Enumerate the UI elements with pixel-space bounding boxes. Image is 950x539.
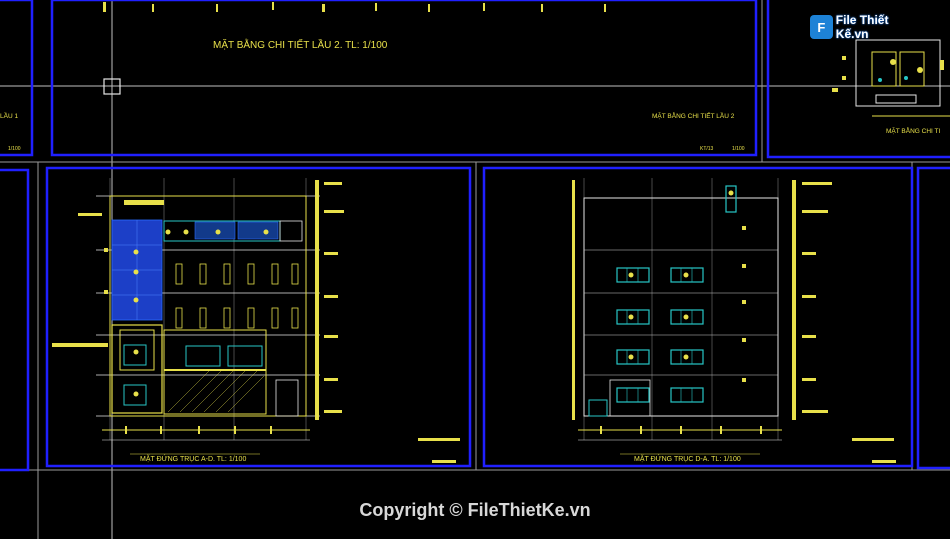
elevation-left-title: MẶT ĐỨNG TRỤC A-D. TL: 1/100 [140, 454, 246, 463]
copyright-watermark: Copyright © FileThietKe.vn [359, 500, 591, 520]
elevation-left [52, 178, 344, 455]
sheet-frame-left-partial [0, 0, 34, 157]
sheet-frame-left-lower [0, 168, 30, 472]
top-plan-dimension-ticks [103, 2, 606, 12]
cad-canvas[interactable]: MẶT BẰNG CHI TIẾT LẦU 2. TL: 1/100 MẶT B… [0, 0, 950, 539]
left-partial-label: LẦU 1 [0, 110, 18, 120]
sheet-frame-top-plan [50, 0, 758, 157]
elevation-right-titleblock [852, 438, 894, 441]
sheet-frame-elevation-right [482, 166, 914, 468]
logo-f-icon: F [810, 15, 833, 39]
elevation-left-titleblock [418, 438, 460, 441]
sheet-frame-right-lower [916, 166, 950, 470]
elevation-right-sheetno [872, 460, 896, 463]
top-plan-code: KT/13 [700, 146, 714, 152]
top-plan-label: MẶT BẰNG CHI TIẾT LẦU 2 [652, 110, 735, 120]
right-partial-label: MẶT BẰNG CHI TI [886, 126, 940, 135]
drawing-area[interactable]: MẶT BẰNG CHI TIẾT LẦU 2. TL: 1/100 MẶT B… [0, 0, 950, 539]
left-partial-scale: 1/100 [8, 146, 21, 152]
elevation-left-sheetno [432, 460, 456, 463]
right-partial-plan [832, 39, 950, 117]
elevation-right [572, 178, 832, 455]
logo-text: File Thiết Kế.vn [835, 13, 889, 41]
elevation-right-title: MẶT ĐỨNG TRỤC D-A. TL: 1/100 [634, 454, 741, 463]
top-plan-scale: 1/100 [732, 146, 745, 152]
top-plan-title: MẶT BẰNG CHI TIẾT LẦU 2. TL: 1/100 [213, 38, 388, 51]
filethietke-logo: F File Thiết Kế.vn [810, 13, 920, 41]
